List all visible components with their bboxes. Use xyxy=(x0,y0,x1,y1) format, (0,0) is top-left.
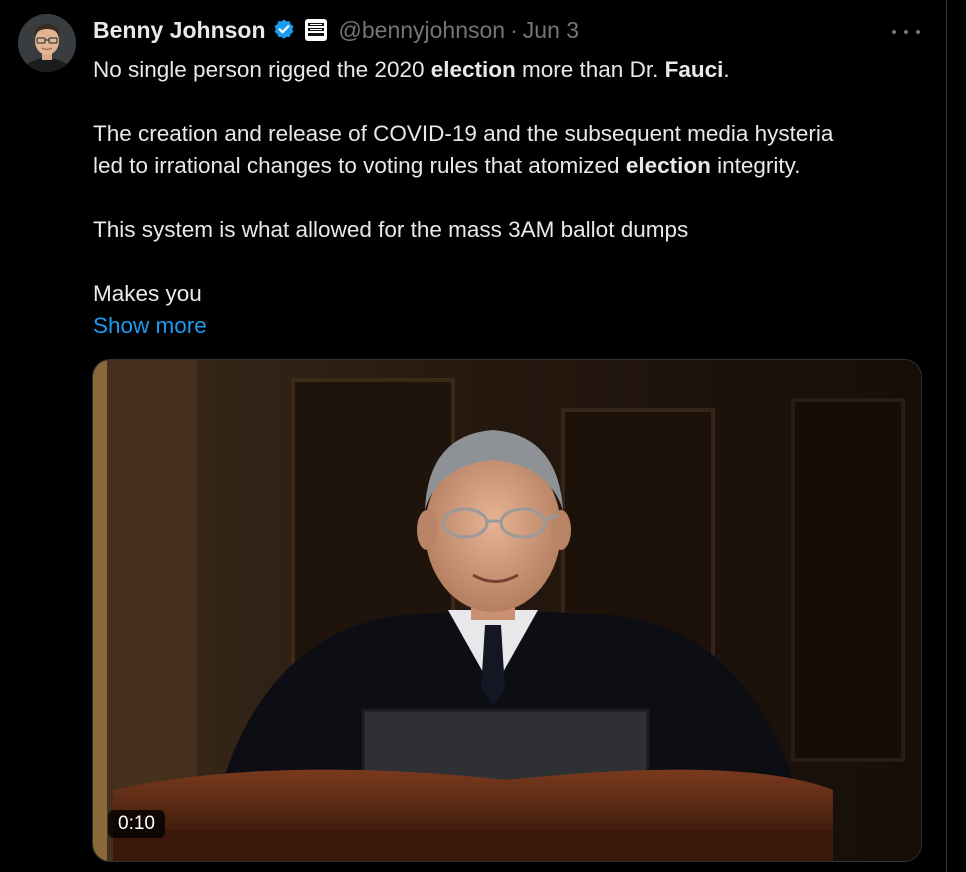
tweet-paragraph-4: Makes you xyxy=(93,281,202,306)
tweet-paragraph-3: This system is what allowed for the mass… xyxy=(93,217,689,242)
more-dot xyxy=(916,30,920,34)
text-run: more than Dr. xyxy=(515,57,665,82)
tweet-date[interactable]: Jun 3 xyxy=(523,17,579,44)
video-duration: 0:10 xyxy=(108,810,165,838)
more-dot xyxy=(892,30,896,34)
more-options-icon[interactable] xyxy=(892,22,920,42)
affiliate-badge-icon[interactable] xyxy=(304,19,327,41)
tweet-header: Benny Johnson @bennyjohnson · Jun 3 xyxy=(93,14,579,46)
highlight-term: election xyxy=(625,153,711,178)
highlight-term: election xyxy=(430,57,516,82)
video-player[interactable] xyxy=(92,359,922,862)
tweet-paragraph-1: No single person rigged the 2020 electio… xyxy=(93,54,913,86)
tweet[interactable]: Benny Johnson @bennyjohnson · Jun 3 No s… xyxy=(0,0,947,872)
more-dot xyxy=(904,30,908,34)
text-run: integrity. xyxy=(710,153,801,178)
avatar-image xyxy=(18,14,76,72)
highlight-term: Fauci xyxy=(664,57,724,82)
header-separator: · xyxy=(510,16,518,43)
tweet-paragraph-2: The creation and release of COVID-19 and… xyxy=(93,118,913,182)
verified-badge-icon[interactable] xyxy=(272,18,296,42)
text-run: . xyxy=(723,57,730,82)
tweet-text: No single person rigged the 2020 electio… xyxy=(93,54,913,342)
text-run: led to irrational changes to voting rule… xyxy=(93,153,626,178)
text-run: No single person rigged the 2020 xyxy=(93,57,431,82)
text-run: The creation and release of COVID-19 and… xyxy=(93,121,834,146)
avatar[interactable] xyxy=(18,14,76,72)
display-name[interactable]: Benny Johnson xyxy=(93,17,266,44)
video-frame xyxy=(93,360,921,861)
author-handle[interactable]: @bennyjohnson xyxy=(339,17,506,44)
show-more-link[interactable]: Show more xyxy=(93,310,913,342)
